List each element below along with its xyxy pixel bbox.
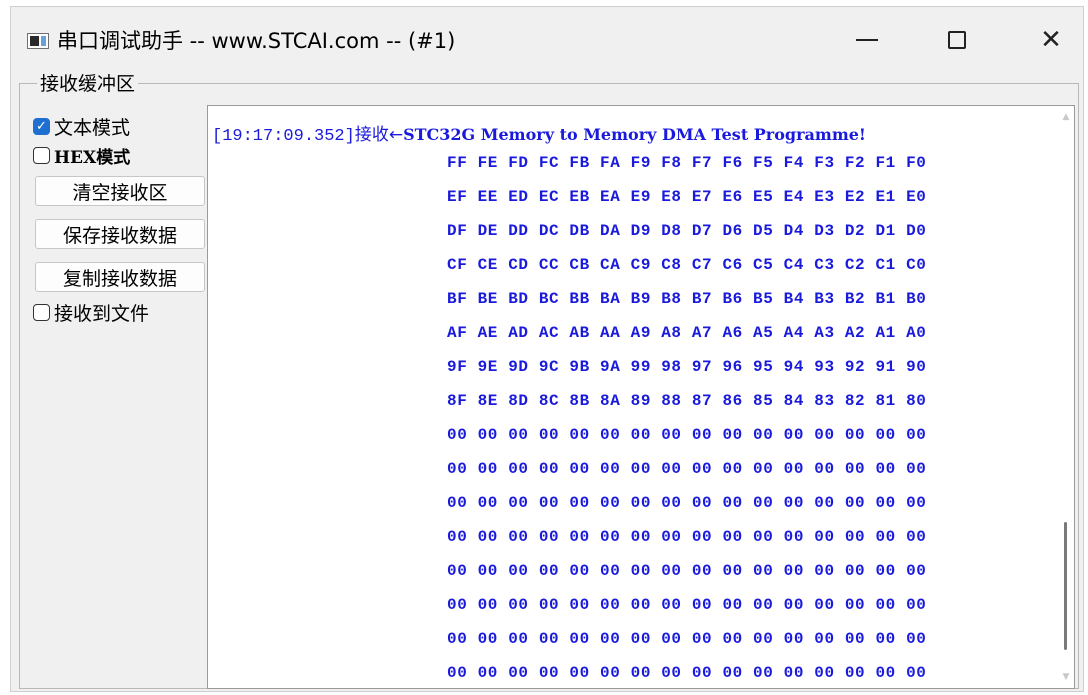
receive-text-area[interactable]: [19:17:09.352]接收←STC32G Memory to Memory…: [207, 105, 1075, 689]
close-button[interactable]: ✕: [1021, 17, 1081, 63]
receive-direction-label: 接收←: [354, 125, 404, 145]
hex-line: 00 00 00 00 00 00 00 00 00 00 00 00 00 0…: [447, 630, 927, 648]
scroll-thumb[interactable]: [1064, 522, 1067, 650]
maximize-icon: [948, 31, 966, 49]
save-receive-data-button[interactable]: 保存接收数据: [35, 219, 205, 249]
receive-log-header: [19:17:09.352]接收←STC32G Memory to Memory…: [212, 120, 866, 146]
hex-line: 8F 8E 8D 8C 8B 8A 89 88 87 86 85 84 83 8…: [447, 392, 927, 410]
hex-line: BF BE BD BC BB BA B9 B8 B7 B6 B5 B4 B3 B…: [447, 290, 927, 308]
hex-mode-checkbox[interactable]: HEX模式: [33, 143, 130, 168]
hex-mode-label: HEX模式: [54, 148, 131, 168]
scroll-up-icon[interactable]: ▲: [1061, 112, 1071, 122]
close-icon: ✕: [1040, 25, 1062, 55]
hex-line: AF AE AD AC AB AA A9 A8 A7 A6 A5 A4 A3 A…: [447, 324, 927, 342]
hex-line: EF EE ED EC EB EA E9 E8 E7 E6 E5 E4 E3 E…: [447, 188, 927, 206]
hex-line: CF CE CD CC CB CA C9 C8 C7 C6 C5 C4 C3 C…: [447, 256, 927, 274]
receive-to-file-checkbox[interactable]: 接收到文件: [33, 299, 149, 326]
hex-line: 00 00 00 00 00 00 00 00 00 00 00 00 00 0…: [447, 460, 927, 478]
maximize-button[interactable]: [927, 17, 987, 63]
receive-to-file-label: 接收到文件: [54, 303, 150, 325]
clear-receive-button[interactable]: 清空接收区: [35, 176, 205, 206]
hex-line: 00 00 00 00 00 00 00 00 00 00 00 00 00 0…: [447, 426, 927, 444]
window-title: 串口调试助手 -- www.STCAI.com -- (#1): [57, 29, 456, 53]
hex-line: 00 00 00 00 00 00 00 00 00 00 00 00 00 0…: [447, 494, 927, 512]
hex-line: FF FE FD FC FB FA F9 F8 F7 F6 F5 F4 F3 F…: [447, 154, 927, 172]
receive-message: STC32G Memory to Memory DMA Test Program…: [403, 125, 866, 144]
scroll-down-icon[interactable]: ▼: [1061, 672, 1071, 682]
hex-line: 00 00 00 00 00 00 00 00 00 00 00 00 00 0…: [447, 528, 927, 546]
checkbox-unchecked-icon: [33, 304, 50, 321]
checkbox-unchecked-icon: [33, 147, 50, 164]
title-bar[interactable]: 串口调试助手 -- www.STCAI.com -- (#1) ✕: [11, 7, 1083, 71]
copy-receive-data-button[interactable]: 复制接收数据: [35, 262, 205, 292]
text-mode-label: 文本模式: [54, 117, 131, 139]
checkbox-checked-icon: ✓: [33, 118, 50, 135]
app-icon: [27, 33, 49, 49]
app-window: 串口调试助手 -- www.STCAI.com -- (#1) ✕ 接收缓冲区 …: [10, 6, 1084, 692]
text-mode-checkbox[interactable]: ✓ 文本模式: [33, 113, 130, 140]
vertical-scrollbar[interactable]: ▲ ▼: [1060, 112, 1072, 682]
hex-line: 00 00 00 00 00 00 00 00 00 00 00 00 00 0…: [447, 596, 927, 614]
hex-line: DF DE DD DC DB DA D9 D8 D7 D6 D5 D4 D3 D…: [447, 222, 927, 240]
receive-timestamp: [19:17:09.352]: [212, 127, 355, 146]
hex-line: 00 00 00 00 00 00 00 00 00 00 00 00 00 0…: [447, 562, 927, 580]
minimize-button[interactable]: [837, 17, 897, 63]
hex-line: 9F 9E 9D 9C 9B 9A 99 98 97 96 95 94 93 9…: [447, 358, 927, 376]
hex-line: 00 00 00 00 00 00 00 00 00 00 00 00 00 0…: [447, 664, 927, 682]
receive-buffer-label: 接收缓冲区: [37, 69, 139, 96]
minimize-icon: [856, 39, 878, 41]
